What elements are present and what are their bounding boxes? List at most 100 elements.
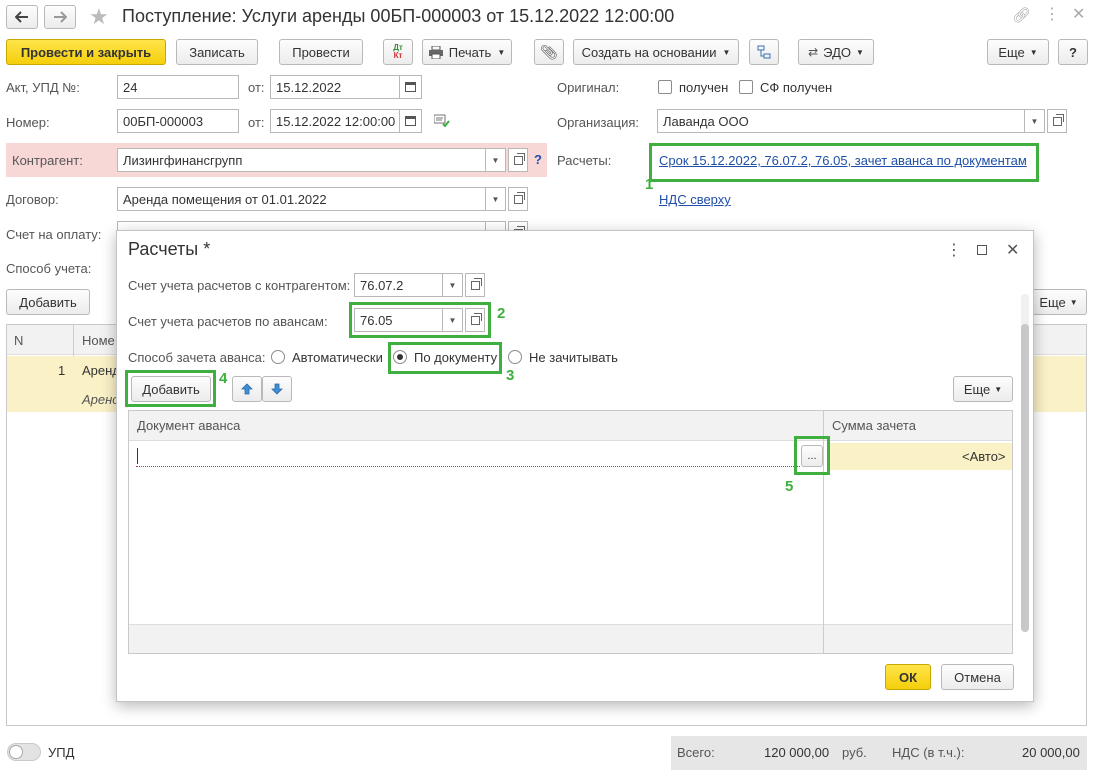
sf-received-label: СФ получен xyxy=(760,80,833,95)
table-more-button[interactable]: Еще ▼ xyxy=(1030,289,1087,315)
number-date-field[interactable]: 15.12.2022 12:00:00 xyxy=(270,109,400,133)
counterparty-field[interactable]: Лизингфинансгрупп xyxy=(117,148,486,172)
number-date-from-label: от: xyxy=(248,115,265,130)
acc-contractor-open-button[interactable] xyxy=(465,273,485,297)
annotation-3: 3 xyxy=(506,367,515,384)
edo-icon: ⇄ xyxy=(808,45,819,59)
act-date-calendar-button[interactable] xyxy=(400,75,422,99)
open-icon xyxy=(1052,113,1064,126)
open-icon xyxy=(513,191,525,204)
kt-label: Кт xyxy=(393,51,403,60)
acc-contractor-dropdown-button[interactable]: ▼ xyxy=(443,273,463,297)
original-label: Оригинал: xyxy=(557,80,620,95)
act-date-field[interactable]: 15.12.2022 xyxy=(270,75,400,99)
organization-open-button[interactable] xyxy=(1047,109,1067,133)
save-button[interactable]: Записать xyxy=(176,39,258,65)
contract-label: Договор: xyxy=(6,192,59,207)
dialog-maximize-icon[interactable] xyxy=(977,245,987,255)
organization-dropdown-button[interactable]: ▼ xyxy=(1025,109,1045,133)
calendar-icon xyxy=(405,116,416,126)
contract-open-button[interactable] xyxy=(508,187,528,211)
dialog-menu-icon[interactable]: ⋮ xyxy=(946,240,962,260)
highlight-box-5 xyxy=(794,436,830,475)
vat-on-top-link[interactable]: НДС сверху xyxy=(659,192,731,207)
forward-button[interactable] xyxy=(44,5,76,29)
menu-icon[interactable]: ⋮ xyxy=(1044,4,1060,24)
counterparty-help-icon[interactable]: ? xyxy=(534,152,542,167)
attach-button[interactable]: 📎︎ xyxy=(534,39,564,65)
contract-field[interactable]: Аренда помещения от 01.01.2022 xyxy=(117,187,486,211)
more-button[interactable]: Еще ▼ xyxy=(987,39,1049,65)
sf-received-checkbox[interactable] xyxy=(739,80,753,94)
comment-check-icon[interactable] xyxy=(433,114,450,128)
total-value: 120 000,00 xyxy=(764,745,830,760)
dialog-scrollbar[interactable] xyxy=(1021,294,1029,632)
document-cell-input[interactable] xyxy=(136,445,800,467)
chevron-down-icon: ▼ xyxy=(497,47,506,57)
upd-toggle[interactable] xyxy=(7,743,41,761)
radio-auto-label: Автоматически xyxy=(292,350,383,365)
contract-dropdown-button[interactable]: ▼ xyxy=(486,187,506,211)
cancel-button[interactable]: Отмена xyxy=(941,664,1014,690)
counterparty-label: Контрагент: xyxy=(12,153,83,168)
received-checkbox[interactable] xyxy=(658,80,672,94)
dialog-scrollbar-thumb[interactable] xyxy=(1021,324,1029,632)
row-number: 1 xyxy=(58,363,66,378)
organization-field[interactable]: Лаванда ООО xyxy=(657,109,1025,133)
back-button[interactable] xyxy=(6,5,38,29)
print-label: Печать xyxy=(448,44,492,60)
number-field[interactable]: 00БП-000003 xyxy=(117,109,239,133)
number-label: Номер: xyxy=(6,115,50,130)
dialog-close-icon[interactable]: ✕ xyxy=(1006,240,1019,260)
edo-label: ЭДО xyxy=(823,44,851,60)
annotation-4: 4 xyxy=(219,370,228,387)
advance-method-label: Способ зачета аванса: xyxy=(128,350,266,365)
more-label: Еще xyxy=(998,44,1025,60)
col-document-header: Документ аванса xyxy=(137,418,241,433)
highlight-box-3 xyxy=(388,342,502,374)
structure-button[interactable] xyxy=(749,39,779,65)
radio-auto[interactable] xyxy=(271,350,285,364)
print-button[interactable]: Печать ▼ xyxy=(422,39,512,65)
paperclip-icon: 📎︎ xyxy=(540,43,558,60)
favorite-star-icon[interactable]: ★ xyxy=(89,4,109,30)
acc-advance-label: Счет учета расчетов по авансам: xyxy=(128,314,328,329)
counterparty-dropdown-button[interactable]: ▼ xyxy=(486,148,506,172)
annotation-2: 2 xyxy=(497,305,506,322)
act-number-field[interactable]: 24 xyxy=(117,75,239,99)
dt-kt-button[interactable]: Дт Кт xyxy=(383,39,413,65)
radio-none[interactable] xyxy=(508,350,522,364)
dialog-more-button[interactable]: Еще ▼ xyxy=(953,376,1013,402)
add-row-button[interactable]: Добавить xyxy=(6,289,90,315)
help-button[interactable]: ? xyxy=(1058,39,1088,65)
post-button[interactable]: Провести xyxy=(279,39,363,65)
open-icon xyxy=(470,277,482,290)
act-date-from-label: от: xyxy=(248,80,265,95)
counterparty-open-button[interactable] xyxy=(508,148,528,172)
advance-table-footer xyxy=(129,624,1012,653)
col-sum-header: Сумма зачета xyxy=(832,418,916,433)
toggle-knob xyxy=(9,745,23,759)
post-and-close-button[interactable]: Провести и закрыть xyxy=(6,39,166,65)
close-icon[interactable]: ✕ xyxy=(1072,4,1085,24)
arrow-right-icon xyxy=(54,11,67,23)
window-title: Поступление: Услуги аренды 00БП-000003 о… xyxy=(122,6,675,26)
invoice-label: Счет на оплату: xyxy=(6,227,102,242)
link-icon[interactable]: 🔗︎ xyxy=(1012,6,1031,24)
text-cursor xyxy=(137,448,138,464)
create-based-label: Создать на основании xyxy=(581,44,717,60)
currency-label: руб. xyxy=(842,745,867,760)
edo-button[interactable]: ⇄ ЭДО ▼ xyxy=(798,39,874,65)
dialog-title: Расчеты * xyxy=(128,239,211,259)
accounting-method-label: Способ учета: xyxy=(6,261,92,276)
acc-contractor-field[interactable]: 76.07.2 xyxy=(354,273,443,297)
row-subname: Арено xyxy=(82,392,120,407)
highlight-box-2 xyxy=(349,302,491,338)
annotation-5: 5 xyxy=(785,478,794,495)
chevron-down-icon: ▼ xyxy=(855,47,864,57)
create-based-on-button[interactable]: Создать на основании ▼ xyxy=(573,39,739,65)
move-down-button[interactable] xyxy=(262,376,292,402)
ok-button[interactable]: ОК xyxy=(885,664,931,690)
number-date-calendar-button[interactable] xyxy=(400,109,422,133)
move-up-button[interactable] xyxy=(232,376,262,402)
